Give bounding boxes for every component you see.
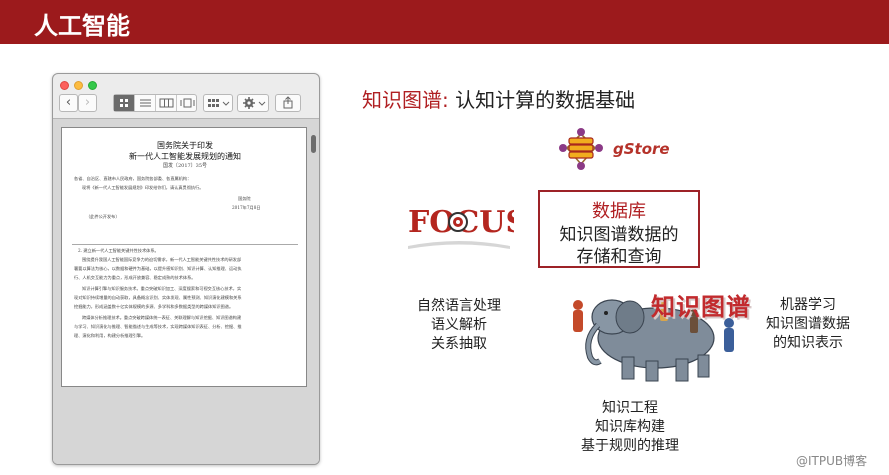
knowledge-engineering-group: 知识工程 知识库构建 基于规则的推理 [560, 399, 700, 456]
gallery-view-icon[interactable] [177, 95, 198, 111]
doc-recipients: 各省、自治区、直辖市人民政府，国务院各部委、各直属机构： [74, 176, 192, 181]
doc-para-line: 理、演化和利用，构建分析推理引擎。 [74, 333, 146, 338]
document-preview-pane: 国务院关于印发 新一代人工智能发展规划的通知 国发〔2017〕35号 各省、自治… [53, 119, 319, 464]
header-bar: 人工智能 [0, 0, 889, 44]
nlp-group: 自然语言处理 语义解析 关系抽取 [404, 297, 514, 354]
heading-rest: 认知计算的数据基础 [455, 88, 636, 112]
nlp-line2: 语义解析 [431, 317, 487, 333]
ml-line1: 机器学习 [780, 297, 836, 313]
doc-title-line2: 新一代人工智能发展规划的通知 [129, 152, 241, 161]
arrange-icon[interactable] [203, 94, 233, 112]
eng-line1: 知识工程 [602, 400, 658, 416]
ml-line3: 的知识表示 [773, 335, 843, 351]
close-window-button[interactable] [60, 81, 69, 90]
document-page: 国务院关于印发 新一代人工智能发展规划的通知 国发〔2017〕35号 各省、自治… [61, 127, 307, 387]
gstore-wordmark: gStore [613, 140, 670, 158]
nlp-line1: 自然语言处理 [417, 298, 501, 314]
doc-para-line: 行、人机交互能力为重点，形成开放兼容、稳定成熟的技术体系。 [74, 275, 196, 280]
heading-accent: 知识图谱 [362, 88, 442, 112]
gear-icon[interactable] [237, 94, 269, 112]
column-view-icon[interactable] [156, 95, 177, 111]
eng-line2: 知识库构建 [595, 419, 665, 435]
doc-para-line: 知识计算引擎与知识服务技术。重点突破知识加工、深度搜索和可视交互核心技术，实 [82, 286, 242, 291]
ml-group: 机器学习 知识图谱数据 的知识表示 [752, 296, 864, 353]
zoom-window-button[interactable] [88, 81, 97, 90]
scrollbar-thumb[interactable] [311, 135, 316, 153]
nav-forward-icon[interactable]: › [78, 94, 97, 112]
doc-para-line: 现对知识持续增量的自动获取，具备概念识别、实体发现、属性预测、知识演化建模和关系 [74, 295, 242, 300]
doc-para-line: 与学习、知识演化与推理、智能描述与生成等技术，实现跨媒体知识表征、分析、挖掘、推 [74, 324, 242, 329]
watermark: @ITPUB博客 [796, 454, 868, 468]
database-desc-line2: 存储和查询 [576, 247, 662, 267]
doc-number: 国发〔2017〕35号 [162, 163, 208, 169]
view-mode-group [113, 94, 197, 112]
doc-signer: 国务院 [238, 196, 251, 201]
doc-para-line: 围绕提升我国人工智能国际竞争力的迫切需求，新一代人工智能关键共性技术的研发部 [82, 257, 242, 262]
doc-date: 2017年7月8日 [232, 205, 261, 210]
doc-para-line: 挖掘能力，形成涵盖数十亿实体规模的多源、多学科和多数据类型的跨媒体知识图谱。 [74, 304, 234, 309]
doc-publication-note: （此件公开发布） [86, 214, 120, 219]
heading-colon: : [442, 88, 456, 112]
section-heading: 知识图谱: 认知计算的数据基础 [362, 84, 635, 113]
icon-view-icon[interactable] [114, 95, 135, 111]
knowledge-graph-label: 知识图谱 [651, 293, 751, 321]
minimize-window-button[interactable] [74, 81, 83, 90]
eng-line3: 基于规则的推理 [581, 438, 679, 454]
list-view-icon[interactable] [135, 95, 156, 111]
doc-divider [72, 244, 298, 245]
nlp-line3: 关系抽取 [431, 336, 487, 352]
document-window: ‹ › 国务院关于印发 新一代人工智能发展规划的通知 国发〔2017〕35号 各… [52, 73, 320, 465]
slide-title: 人工智能 [34, 12, 130, 40]
doc-section-heading: 2. 建立新一代人工智能关键共性技术体系。 [78, 248, 159, 253]
database-box: 数据库 知识图谱数据的 存储和查询 [538, 190, 700, 268]
doc-title-line1: 国务院关于印发 [157, 141, 213, 150]
doc-para-line: 署要以算法为核心，以数据和硬件为基础，以提升感知识别、知识计算、认知推理、运动执 [74, 266, 242, 271]
doc-para-line: 跨媒体分析推理技术。重点突破跨媒体统一表征、关联理解与知识挖掘、知识图谱构建 [82, 315, 242, 320]
share-icon[interactable] [275, 94, 301, 112]
focus-logo: FOCUS [408, 205, 514, 249]
doc-body-line: 现将《新一代人工智能发展规划》印发给你们，请认真贯彻执行。 [82, 185, 204, 190]
nav-back-icon[interactable]: ‹ [59, 94, 78, 112]
ml-line2: 知识图谱数据 [766, 316, 850, 332]
